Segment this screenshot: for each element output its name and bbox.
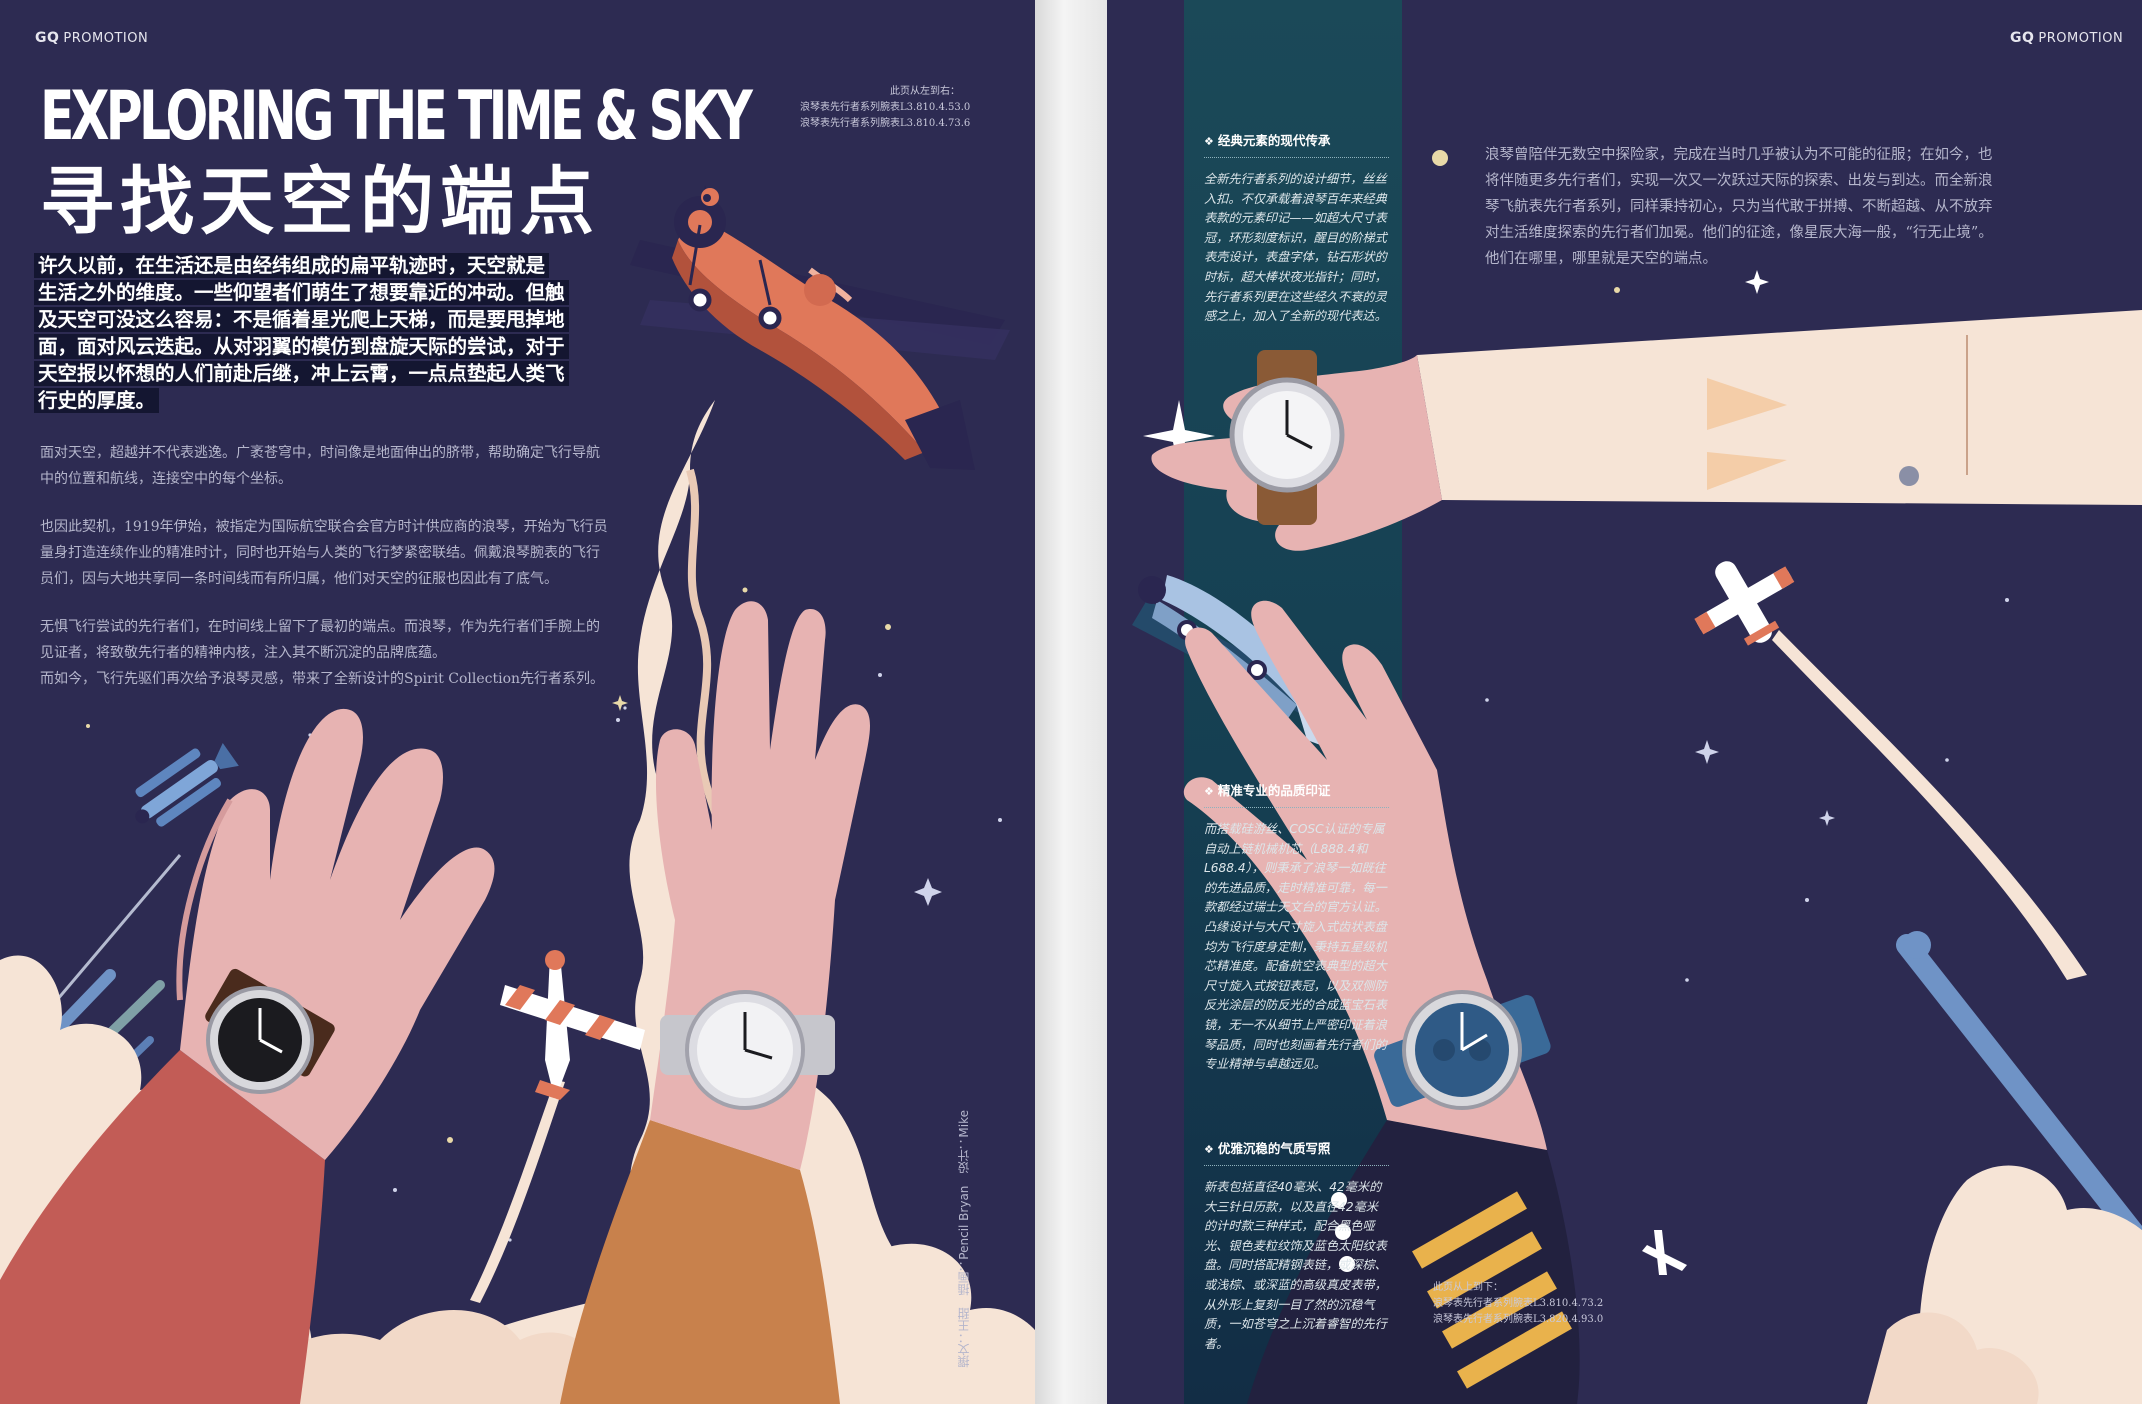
- body-paragraph: 无惧飞行尝试的先行者们，在时间线上留下了最初的端点。而浪琴，作为先行者们手腕上的…: [40, 619, 600, 661]
- intro-line: 行史的厚度。: [34, 388, 160, 413]
- gq-logo-text: GQ: [35, 30, 60, 46]
- section-title: ❖ 优雅沉稳的气质写照: [1204, 1138, 1389, 1166]
- body-paragraph: 而如今，飞行先驱们再次给予浪琴灵感，带来了全新设计的Spirit Collect…: [40, 671, 605, 687]
- intro-paragraph: 许久以前，在生活还是由经纬组成的扁平轨迹时，天空就是 生活之外的维度。一些仰望者…: [34, 252, 609, 414]
- section-body: 全新先行者系列的设计细节，丝丝入扣。不仅承载着浪琴百年来经典表款的元素印记——如…: [1204, 172, 1387, 324]
- body-paragraph: 面对天空，超越并不代表逃逸。广袤苍穹中，时间像是地面伸出的脐带，帮助确定飞行导航…: [40, 445, 600, 487]
- intro-line: 许久以前，在生活还是由经纬组成的扁平轨迹时，天空就是: [34, 253, 550, 278]
- caption-line: 浪琴表先行者系列腕表L3.810.4.53.0: [800, 102, 971, 113]
- brand-logo: GQ PROMOTION: [35, 30, 148, 46]
- caption-line: 浪琴表先行者系列腕表L3.810.4.73.6: [800, 118, 971, 129]
- diamond-bullet-icon: ❖: [1204, 1143, 1214, 1156]
- section-body: 新表包括直径40毫米、42毫米的大三针日历款，以及直径42毫米的计时款三种样式，…: [1204, 1180, 1387, 1351]
- title-english: EXPLORING THE TIME & SKY: [40, 77, 753, 156]
- promotion-label: PROMOTION: [2038, 31, 2124, 46]
- top-caption: 此页从左到右： 浪琴表先行者系列腕表L3.810.4.53.0 浪琴表先行者系列…: [800, 84, 971, 132]
- left-page: GQ PROMOTION 此页从左到右： 浪琴表先行者系列腕表L3.810.4.5…: [0, 0, 1035, 1404]
- left-body-text: 面对天空，超越并不代表逃逸。广袤苍穹中，时间像是地面伸出的脐带，帮助确定飞行导航…: [40, 440, 610, 714]
- intro-line: 天空报以怀想的人们前赴后继，冲上云霄，一点点垫起人类飞: [34, 361, 569, 386]
- section-title: ❖ 经典元素的现代传承: [1204, 130, 1389, 158]
- white-plane-illustration: [500, 950, 645, 1100]
- section-precision: ❖ 精准专业的品质印证 而搭载硅游丝、COSC认证的专属自动上链机械机芯（L888…: [1204, 780, 1389, 1075]
- section-title-text: 优雅沉稳的气质写照: [1217, 1141, 1331, 1156]
- intro-line: 及天空可没这么容易：不是循着星光爬上天梯，而是要甩掉地: [34, 307, 569, 332]
- caption-line: 此页从左到右：: [890, 86, 960, 97]
- page-gutter: [1035, 0, 1107, 1404]
- right-intro-text: 浪琴曾陪伴无数空中探险家，完成在当时几乎被认为不可能的征服；在如今，也将伴随更多…: [1485, 147, 1993, 267]
- section-title: ❖ 精准专业的品质印证: [1204, 780, 1389, 808]
- section-body: 而搭载硅游丝、COSC认证的专属自动上链机械机芯（L888.4和L688.4），…: [1204, 822, 1387, 1072]
- caption-line: 浪琴表先行者系列腕表L3.820.4.93.0: [1433, 1314, 1604, 1325]
- diamond-bullet-icon: ❖: [1204, 785, 1214, 798]
- jet-icon: [1642, 1230, 1687, 1275]
- diamond-bullet-icon: ❖: [1204, 135, 1214, 148]
- caption-line: 浪琴表先行者系列腕表L3.810.4.73.2: [1433, 1298, 1604, 1309]
- orange-biplane-illustration: [630, 185, 1010, 470]
- bottom-caption: 此页从上到下： 浪琴表先行者系列腕表L3.810.4.73.2 浪琴表先行者系列…: [1433, 1280, 1603, 1328]
- brand-logo: GQ PROMOTION: [2010, 30, 2123, 46]
- section-heritage: ❖ 经典元素的现代传承 全新先行者系列的设计细节，丝丝入扣。不仅承载着浪琴百年来经…: [1204, 130, 1389, 327]
- gq-logo-text: GQ: [2010, 30, 2035, 46]
- sparkle-icon: [914, 878, 942, 906]
- title-chinese: 寻找天空的端点: [40, 159, 600, 245]
- intro-line: 生活之外的维度。一些仰望者们萌生了想要靠近的冲动。但触: [34, 280, 569, 305]
- vertical-credit: 撰文：王甜 插画：Pencil Bryan 设计：Mike: [957, 1110, 971, 1368]
- section-elegance: ❖ 优雅沉稳的气质写照 新表包括直径40毫米、42毫米的大三针日历款，以及直径42…: [1204, 1138, 1389, 1354]
- cream-sleeve-illustration: [1417, 310, 2142, 505]
- promotion-label: PROMOTION: [63, 31, 149, 46]
- caption-line: 此页从上到下：: [1433, 1282, 1503, 1293]
- section-title-text: 精准专业的品质印证: [1217, 783, 1331, 798]
- section-title-text: 经典元素的现代传承: [1217, 133, 1331, 148]
- intro-line: 面，面对风云迭起。从对羽翼的模仿到盘旋天际的尝试，对于: [34, 334, 569, 359]
- body-paragraph: 也因此契机，1919年伊始，被指定为国际航空联合会官方时计供应商的浪琴，开始为飞…: [40, 519, 608, 587]
